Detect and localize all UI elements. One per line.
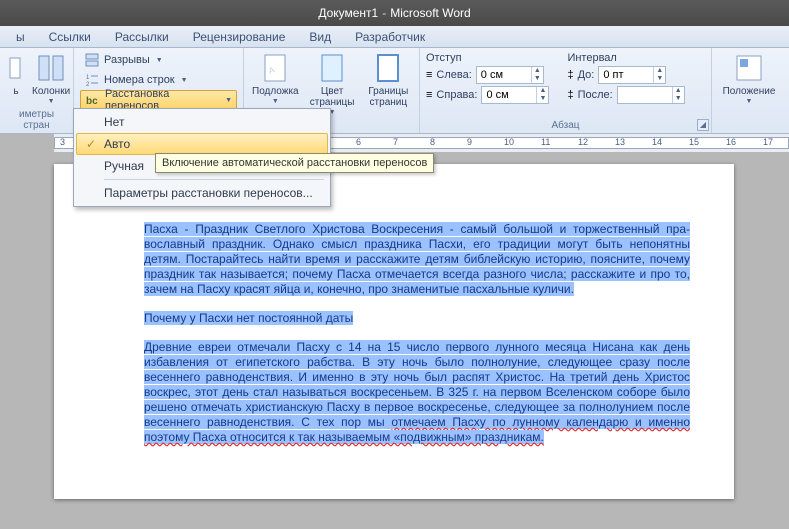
spacing-after-input[interactable]: ▲▼ (617, 86, 685, 104)
menu-item-none[interactable]: Нет (76, 111, 328, 133)
orientation-button[interactable]: ь (6, 50, 26, 97)
borders-icon (372, 52, 404, 84)
indent-left-input[interactable]: ▲▼ (476, 66, 544, 84)
ruler-tick: 16 (726, 137, 736, 147)
paragraph-1: Пасха - Праздник Светлого Христова Воскр… (144, 222, 690, 296)
columns-icon (35, 52, 67, 84)
hyphenation-icon: bc (85, 92, 101, 108)
chevron-down-icon: ▼ (272, 98, 279, 105)
chevron-down-icon: ▼ (48, 98, 55, 105)
tab-references[interactable]: Ссылки (37, 27, 103, 47)
page[interactable]: Пасха - Праздник Светлого Христова Воскр… (54, 164, 734, 499)
ruler-tick: 9 (467, 137, 472, 147)
ruler-tick: 10 (504, 137, 514, 147)
chevron-down-icon: ▼ (156, 57, 163, 64)
menu-item-options[interactable]: Параметры расстановки переносов... (76, 182, 328, 204)
hyphenation-button[interactable]: bc Расстановка переносов▼ (80, 90, 237, 110)
spin-down-icon[interactable]: ▼ (536, 95, 548, 103)
orientation-icon (0, 52, 32, 84)
tooltip: Включение автоматической расстановки пер… (155, 153, 434, 173)
spin-up-icon[interactable]: ▲ (531, 67, 543, 75)
spin-up-icon[interactable]: ▲ (536, 87, 548, 95)
tab-view[interactable]: Вид (297, 27, 343, 47)
spacing-heading: Интервал (567, 52, 684, 64)
spin-up-icon[interactable]: ▲ (672, 87, 684, 95)
indent-right-input[interactable]: ▲▼ (481, 86, 549, 104)
ruler-tick: 11 (541, 137, 550, 147)
group-label-paragraph: Абзац (426, 119, 705, 133)
svg-text:bc: bc (86, 96, 98, 107)
ruler-tick: 7 (393, 137, 398, 147)
svg-text:1: 1 (86, 75, 90, 81)
spacing-before-icon: ‡ (567, 69, 573, 81)
chevron-down-icon: ▼ (746, 98, 753, 105)
chevron-down-icon: ▼ (181, 77, 188, 84)
spacing-before-input[interactable]: ▲▼ (598, 66, 666, 84)
watermark-button[interactable]: A Подложка ▼ (250, 50, 301, 105)
group-label-pagesetup: иметры стран (6, 108, 67, 133)
dialog-launcher-icon[interactable]: ◢ (697, 119, 709, 131)
ruler-tick: 6 (356, 137, 361, 147)
ruler-tick: 15 (689, 137, 699, 147)
ruler-tick: 13 (615, 137, 625, 147)
ruler-tick: 17 (763, 137, 773, 147)
ruler-tick: 8 (430, 137, 435, 147)
ribbon-tabs: ы Ссылки Рассылки Рецензирование Вид Раз… (0, 26, 789, 48)
tab-mailings[interactable]: Рассылки (103, 27, 181, 47)
indent-heading: Отступ (426, 52, 549, 64)
spin-down-icon[interactable]: ▼ (531, 75, 543, 83)
document-area: Пасха - Праздник Светлого Христова Воскр… (0, 152, 789, 529)
spin-down-icon[interactable]: ▼ (653, 75, 665, 83)
tab-review[interactable]: Рецензирование (181, 27, 298, 47)
page-color-button[interactable]: Цвет страницы ▼ (305, 50, 360, 116)
position-icon (733, 52, 765, 84)
ruler-tick: 12 (578, 137, 588, 147)
indent-left-icon: ≡ (426, 69, 432, 81)
position-button[interactable]: Положение ▼ (718, 50, 780, 105)
line-numbers-button[interactable]: 12 Номера строк▼ (80, 70, 237, 90)
tab-partial[interactable]: ы (4, 27, 37, 47)
page-borders-button[interactable]: Границы страниц (364, 50, 413, 108)
title-sep: - (382, 6, 386, 20)
chevron-down-icon: ▼ (225, 97, 232, 104)
app-name: Microsoft Word (390, 6, 470, 20)
spin-up-icon[interactable]: ▲ (653, 67, 665, 75)
columns-button[interactable]: Колонки ▼ (30, 50, 72, 105)
check-icon: ✓ (83, 137, 99, 151)
tab-developer[interactable]: Разработчик (343, 27, 437, 47)
indent-right-icon: ≡ (426, 89, 432, 101)
ruler-tick: 14 (652, 137, 662, 147)
spacing-after-icon: ‡ (567, 89, 573, 101)
document-title: Документ1 (318, 6, 378, 20)
menu-item-auto[interactable]: ✓Авто (76, 133, 328, 155)
watermark-icon: A (259, 52, 291, 84)
breaks-button[interactable]: Разрывы▼ (80, 50, 237, 70)
breaks-icon (84, 52, 100, 68)
menu-separator (104, 179, 324, 180)
title-bar: Документ1 - Microsoft Word (0, 0, 789, 26)
page-color-icon (316, 52, 348, 84)
line-numbers-icon: 12 (84, 72, 100, 88)
paragraph-2: Почему у Пасхи нет постоянной даты (144, 311, 353, 325)
svg-text:2: 2 (86, 82, 90, 88)
spin-down-icon[interactable]: ▼ (672, 95, 684, 103)
ruler-tick: 3 (60, 137, 65, 147)
